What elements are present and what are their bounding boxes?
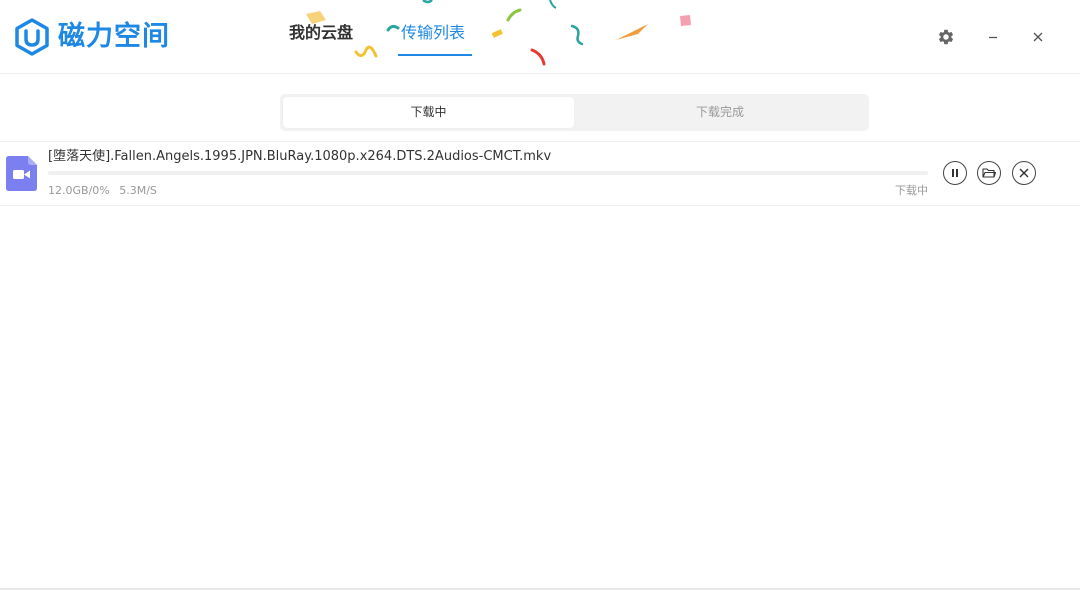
confetti-decoration bbox=[306, 0, 691, 66]
download-status-switch: 下载中 下载完成 bbox=[280, 94, 869, 131]
close-window-button[interactable] bbox=[1027, 26, 1049, 48]
active-tab-indicator bbox=[398, 54, 472, 56]
tab-my-cloud-drive[interactable]: 我的云盘 bbox=[289, 22, 353, 44]
delete-button[interactable] bbox=[1012, 161, 1036, 185]
minimize-icon bbox=[989, 36, 997, 39]
tab-transfer-list[interactable]: 传输列表 bbox=[401, 22, 465, 44]
download-speed: 5.3M/S bbox=[119, 184, 157, 197]
logo-icon bbox=[15, 18, 49, 56]
progress-bar bbox=[48, 171, 928, 175]
close-icon bbox=[1033, 32, 1043, 42]
minimize-button[interactable] bbox=[982, 26, 1004, 48]
gear-icon bbox=[938, 29, 954, 45]
app-logo: 磁力空间 bbox=[14, 17, 170, 57]
size-progress: 12.0GB/0% bbox=[48, 184, 110, 197]
app-name: 磁力空间 bbox=[58, 21, 170, 52]
pause-icon bbox=[952, 169, 958, 177]
settings-button[interactable] bbox=[935, 26, 957, 48]
video-file-icon bbox=[6, 156, 37, 191]
open-folder-button[interactable] bbox=[977, 161, 1001, 185]
status-text: 下载中 bbox=[895, 184, 928, 197]
download-row[interactable]: [堕落天使].Fallen.Angels.1995.JPN.BluRay.108… bbox=[0, 142, 1080, 206]
segment-completed[interactable]: 下载完成 bbox=[574, 97, 866, 128]
download-meta: 12.0GB/0% 5.3M/S bbox=[48, 184, 163, 198]
folder-icon bbox=[982, 168, 996, 178]
segment-downloading[interactable]: 下载中 bbox=[283, 97, 574, 128]
title-bar: 磁力空间 我的云盘 传输列表 bbox=[0, 0, 1080, 74]
file-name: [堕落天使].Fallen.Angels.1995.JPN.BluRay.108… bbox=[48, 149, 552, 164]
pause-button[interactable] bbox=[943, 161, 967, 185]
close-icon bbox=[1019, 168, 1029, 178]
